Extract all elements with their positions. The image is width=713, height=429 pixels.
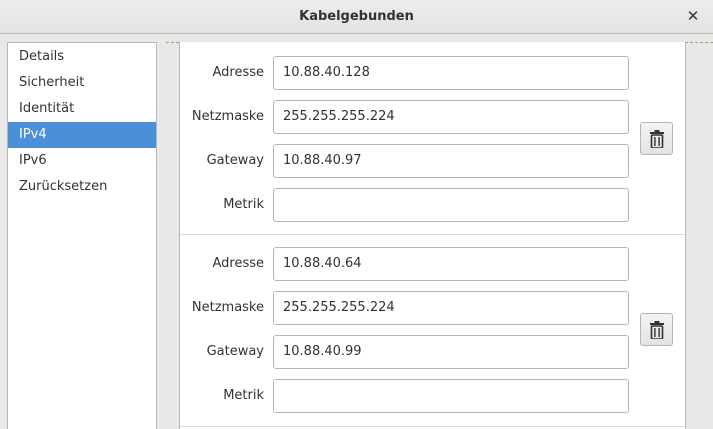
netmask-label: Netzmaske (191, 300, 264, 315)
netmask-field[interactable]: 255.255.255.224 (273, 100, 629, 134)
address-field[interactable]: 10.88.40.64 (273, 247, 629, 281)
gateway-field[interactable]: 10.88.40.99 (273, 335, 629, 369)
netmask-row: Netzmaske 255.255.255.224 (180, 291, 685, 325)
sidebar: Details Sicherheit Identität IPv4 IPv6 Z… (7, 42, 157, 429)
gateway-field[interactable]: 10.88.40.97 (273, 144, 629, 178)
gateway-row: Gateway 10.88.40.97 (180, 144, 685, 178)
close-icon: ✕ (686, 7, 700, 25)
metric-field[interactable] (273, 379, 629, 413)
metric-label: Metrik (223, 388, 264, 403)
netmask-row: Netzmaske 255.255.255.224 (180, 100, 685, 134)
gateway-label: Gateway (206, 344, 264, 359)
gateway-label: Gateway (206, 153, 264, 168)
address-field[interactable]: 10.88.40.128 (273, 56, 629, 90)
sidebar-item-reset[interactable]: Zurücksetzen (8, 174, 156, 200)
address-row: Adresse 10.88.40.64 (180, 247, 685, 281)
metric-row: Metrik (180, 379, 685, 413)
address-label: Adresse (212, 65, 264, 80)
route-entry: Adresse 10.88.40.128 Netzmaske 255.255.2… (180, 42, 685, 235)
sidebar-item-ipv4[interactable]: IPv4 (8, 122, 156, 148)
route-entry: Adresse 10.88.40.64 Netzmaske 255.255.25… (180, 234, 685, 427)
sidebar-list: Details Sicherheit Identität IPv4 IPv6 Z… (8, 43, 156, 200)
sidebar-item-ipv6[interactable]: IPv6 (8, 148, 156, 174)
address-label: Adresse (212, 256, 264, 271)
trash-icon (650, 130, 664, 148)
routes-panel: Adresse 10.88.40.128 Netzmaske 255.255.2… (179, 42, 686, 429)
netmask-label: Netzmaske (191, 109, 264, 124)
window-title: Kabelgebunden (299, 9, 414, 24)
metric-field[interactable] (273, 188, 629, 222)
trash-icon (650, 321, 664, 339)
title-bar: Kabelgebunden ✕ (0, 0, 713, 34)
delete-route-button[interactable] (640, 122, 673, 155)
metric-label: Metrik (223, 197, 264, 212)
sidebar-item-details[interactable]: Details (8, 44, 156, 70)
sidebar-item-identity[interactable]: Identität (8, 96, 156, 122)
close-button[interactable]: ✕ (685, 8, 701, 24)
gateway-row: Gateway 10.88.40.99 (180, 335, 685, 369)
netmask-field[interactable]: 255.255.255.224 (273, 291, 629, 325)
address-row: Adresse 10.88.40.128 (180, 56, 685, 90)
delete-route-button[interactable] (640, 313, 673, 346)
metric-row: Metrik (180, 188, 685, 222)
sidebar-item-security[interactable]: Sicherheit (8, 70, 156, 96)
dialog-window: Kabelgebunden ✕ Details Sicherheit Ident… (0, 0, 713, 429)
